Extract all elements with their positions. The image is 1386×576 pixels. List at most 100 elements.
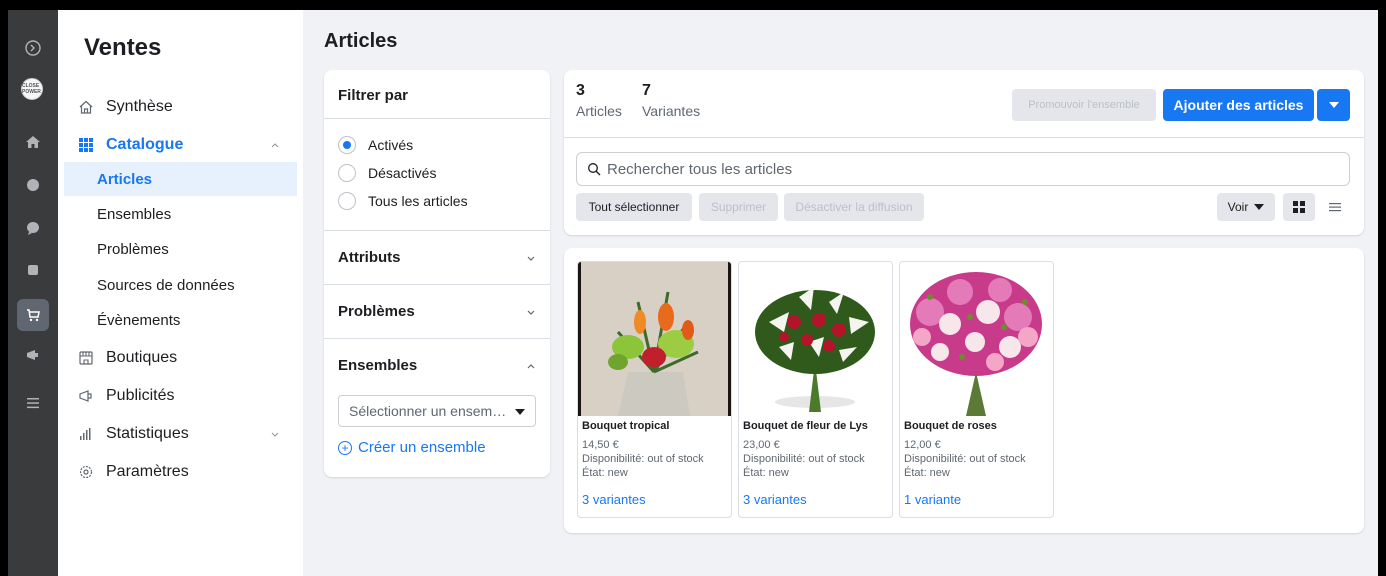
product-image-lys[interactable] xyxy=(739,262,892,416)
product-image-roses[interactable] xyxy=(900,262,1053,416)
search-placeholder: Rechercher tous les articles xyxy=(607,160,793,178)
pages-icon[interactable] xyxy=(21,258,45,282)
sidebar-item-catalogue[interactable]: Catalogue xyxy=(68,128,298,162)
bar-chart-icon xyxy=(76,424,96,444)
app-window: CLOSE POWER Ventes Synthèse Catalogue Ar… xyxy=(8,10,1378,576)
plus-circle-icon: + xyxy=(338,440,352,455)
divider xyxy=(324,118,550,119)
sidebar-item-label: Boutiques xyxy=(106,349,178,366)
grid-view-button[interactable] xyxy=(1283,193,1315,221)
radio-desactives[interactable]: Désactivés xyxy=(338,162,436,184)
sidebar-sub-problemes[interactable]: Problèmes xyxy=(64,232,297,266)
search-icon xyxy=(588,163,601,176)
view-label: Voir xyxy=(1227,200,1249,214)
product-state: État: new xyxy=(904,467,950,479)
sidebar-item-label: Statistiques xyxy=(106,425,189,442)
variants-stat: 7 Variantes xyxy=(642,82,700,119)
radio-button[interactable] xyxy=(338,192,356,210)
product-name: Bouquet de fleur de Lys xyxy=(743,420,868,432)
section-ensembles[interactable]: Ensembles xyxy=(338,357,417,374)
logo-icon[interactable] xyxy=(21,36,45,60)
icon-rail: CLOSE POWER xyxy=(8,10,58,576)
house-icon xyxy=(76,97,96,117)
chevron-down-icon xyxy=(271,432,279,437)
grid-icon xyxy=(76,135,96,155)
sidebar-item-label: Paramètres xyxy=(106,463,189,480)
product-name: Bouquet tropical xyxy=(582,420,670,432)
articles-stat: 3 Articles xyxy=(576,82,622,119)
page-title: Articles xyxy=(324,30,398,52)
product-variants-link[interactable]: 1 variante xyxy=(904,492,961,507)
divider xyxy=(324,338,550,339)
section-attributs[interactable]: Attributs xyxy=(338,249,401,266)
search-input[interactable]: Rechercher tous les articles xyxy=(576,152,1350,186)
sidebar-sub-ensembles[interactable]: Ensembles xyxy=(64,197,297,231)
sidebar-item-label: Synthèse xyxy=(106,98,173,115)
store-icon xyxy=(76,348,96,368)
product-variants-link[interactable]: 3 variantes xyxy=(743,492,807,507)
add-articles-dropdown[interactable] xyxy=(1317,89,1350,121)
product-price: 14,50 € xyxy=(582,439,619,451)
product-card[interactable]: Bouquet tropical 14,50 € Disponibilité: … xyxy=(577,261,732,518)
promote-button[interactable]: Promouvoir l'ensemble xyxy=(1012,89,1156,121)
create-label: Créer un ensemble xyxy=(358,439,486,456)
product-price: 23,00 € xyxy=(743,439,780,451)
gear-icon xyxy=(76,462,96,482)
list-view-icon xyxy=(1329,203,1341,212)
sidebar-item-parametres[interactable]: Paramètres xyxy=(68,455,298,489)
ensemble-select[interactable]: Sélectionner un ensem… xyxy=(338,395,536,427)
sidebar-sub-evenements[interactable]: Évènements xyxy=(64,303,297,337)
radio-button[interactable] xyxy=(338,164,356,182)
radio-label: Désactivés xyxy=(368,165,437,181)
divider xyxy=(324,284,550,285)
sidebar-title: Ventes xyxy=(84,34,162,61)
create-ensemble-link[interactable]: + Créer un ensemble xyxy=(338,439,486,456)
radio-button[interactable] xyxy=(338,136,356,154)
product-variants-link[interactable]: 3 variantes xyxy=(582,492,646,507)
sidebar-item-statistiques[interactable]: Statistiques xyxy=(68,417,298,451)
delete-button[interactable]: Supprimer xyxy=(699,193,778,221)
product-name: Bouquet de roses xyxy=(904,420,997,432)
sidebar-item-label: Catalogue xyxy=(106,136,184,153)
product-card[interactable]: Bouquet de fleur de Lys 23,00 € Disponib… xyxy=(738,261,893,518)
select-value: Sélectionner un ensem… xyxy=(349,403,507,419)
product-image-tropical[interactable] xyxy=(578,262,731,416)
filter-title: Filtrer par xyxy=(338,87,409,104)
divider xyxy=(324,230,550,231)
shop-icon[interactable] xyxy=(21,303,45,327)
list-view-button[interactable] xyxy=(1319,193,1351,221)
sidebar-item-boutiques[interactable]: Boutiques xyxy=(68,341,298,375)
sidebar-item-synthese[interactable]: Synthèse xyxy=(68,90,298,124)
select-all-button[interactable]: Tout sélectionner xyxy=(576,193,692,221)
chevron-down-icon[interactable] xyxy=(526,253,536,263)
sidebar-sub-articles[interactable]: Articles xyxy=(64,162,297,196)
chevron-down-icon[interactable] xyxy=(526,307,536,317)
section-problemes[interactable]: Problèmes xyxy=(338,303,415,320)
caret-down-icon xyxy=(1328,102,1339,108)
articles-label: Articles xyxy=(576,103,622,119)
avatar[interactable]: CLOSE POWER xyxy=(21,78,43,100)
radio-tous[interactable]: Tous les articles xyxy=(338,190,468,212)
disable-diffusion-button[interactable]: Désactiver la diffusion xyxy=(784,193,924,221)
radio-actives[interactable]: Activés xyxy=(338,134,413,156)
ads-icon[interactable] xyxy=(21,343,45,367)
sidebar: Ventes Synthèse Catalogue Articles Ensem… xyxy=(58,10,303,576)
product-availability: Disponibilité: out of stock xyxy=(582,453,704,465)
sidebar-sub-sources[interactable]: Sources de données xyxy=(64,268,297,302)
radio-label: Activés xyxy=(368,137,414,153)
sidebar-item-publicites[interactable]: Publicités xyxy=(68,379,298,413)
messenger-icon[interactable] xyxy=(21,216,45,240)
view-dropdown[interactable]: Voir xyxy=(1217,193,1275,221)
product-card[interactable]: Bouquet de roses 12,00 € Disponibilité: … xyxy=(899,261,1054,518)
megaphone-icon xyxy=(76,386,96,406)
divider xyxy=(564,137,1364,138)
home-icon[interactable] xyxy=(21,130,45,154)
add-articles-button[interactable]: Ajouter des articles xyxy=(1163,89,1314,121)
sidebar-item-label: Publicités xyxy=(106,387,175,404)
grid-view-icon xyxy=(1293,201,1305,213)
whatsapp-icon[interactable] xyxy=(21,173,45,197)
variants-count: 7 xyxy=(642,82,651,99)
menu-icon[interactable] xyxy=(21,391,45,415)
chevron-up-icon[interactable] xyxy=(526,361,536,371)
product-availability: Disponibilité: out of stock xyxy=(743,453,865,465)
